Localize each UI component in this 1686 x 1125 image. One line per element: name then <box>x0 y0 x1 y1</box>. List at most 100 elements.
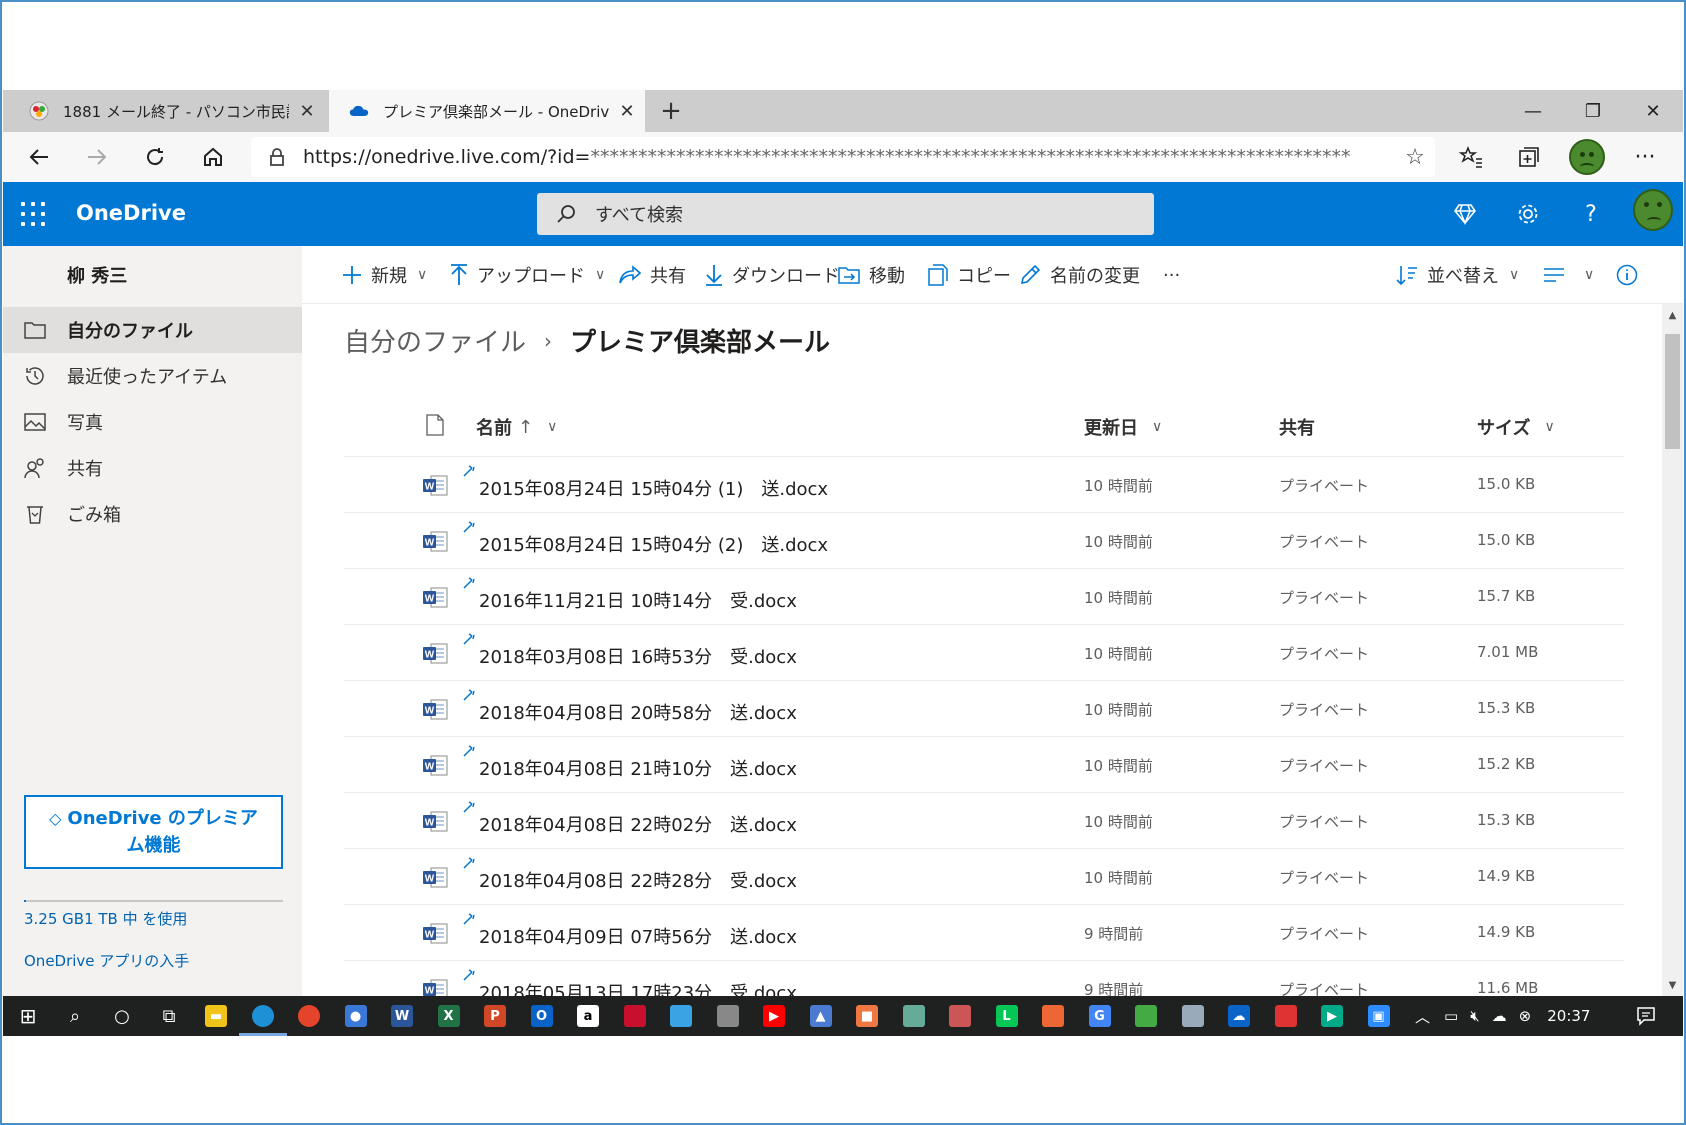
tray-overflow-icon[interactable]: ︿ <box>1415 1006 1430 1027</box>
account-avatar[interactable] <box>1633 189 1673 231</box>
scrollbar-thumb[interactable] <box>1665 334 1680 449</box>
tab-close-icon[interactable]: ✕ <box>289 101 325 122</box>
amazon-icon[interactable]: a <box>573 1001 603 1031</box>
table-row[interactable]: W 2018年04月08日 21時10分 送.docx 10 時間前 プライベート 15… <box>344 737 1624 793</box>
home-button[interactable] <box>193 138 233 176</box>
table-row[interactable]: W 2018年04月08日 20時58分 送.docx 10 時間前 プライベート 15… <box>344 681 1624 737</box>
table-row[interactable]: W 2016年11月21日 10時14分 受.docx 10 時間前 プライベート 15… <box>344 569 1624 625</box>
file-name[interactable]: 2018年04月08日 21時10分 送.docx <box>479 755 797 781</box>
favorite-star-icon[interactable]: ☆ <box>1395 145 1435 170</box>
sidebar-item-recycle-bin[interactable]: ごみ箱 <box>3 491 302 537</box>
app-icon[interactable] <box>1178 1001 1208 1031</box>
back-button[interactable] <box>19 138 59 176</box>
app-icon[interactable] <box>945 1001 975 1031</box>
browser-tab-inactive[interactable]: 1881 メール終了 - パソコン市民講座 ✕ <box>9 90 325 132</box>
sidebar-item-photos[interactable]: 写真 <box>3 399 302 445</box>
tab-close-icon[interactable]: ✕ <box>609 101 645 122</box>
download-button[interactable]: ダウンロード <box>705 246 840 304</box>
outlook-icon[interactable]: O <box>527 1001 557 1031</box>
edge-icon[interactable] <box>248 1001 278 1031</box>
address-bar[interactable]: https://onedrive.live.com/?id=**********… <box>251 137 1435 177</box>
table-row[interactable]: W 2018年05月13日 17時23分 受.docx 9 時間前 プライベート 11.… <box>344 961 1624 996</box>
favorites-icon[interactable] <box>1450 138 1492 176</box>
restore-button[interactable]: ❐ <box>1563 90 1623 132</box>
new-button[interactable]: 新規 ∨ <box>342 246 427 304</box>
sidebar-item-my-files[interactable]: 自分のファイル <box>3 307 302 353</box>
table-row[interactable]: W 2018年04月08日 22時28分 受.docx 10 時間前 プライベート 14… <box>344 849 1624 905</box>
view-options-button[interactable]: ∨ <box>1543 246 1594 304</box>
app-icon[interactable] <box>666 1001 696 1031</box>
google-icon[interactable]: G <box>1085 1001 1115 1031</box>
app-icon[interactable] <box>620 1001 650 1031</box>
file-name[interactable]: 2015年08月24日 15時04分 (2) 送.docx <box>479 531 828 557</box>
file-name[interactable]: 2018年03月08日 16時53分 受.docx <box>479 643 797 669</box>
settings-gear-icon[interactable] <box>1508 196 1548 232</box>
storage-quota-text[interactable]: 3.25 GB1 TB 中 を使用 <box>24 908 187 929</box>
sort-button[interactable]: 並べ替え ∨ <box>1396 246 1519 304</box>
file-name[interactable]: 2018年04月08日 22時28分 受.docx <box>479 867 797 893</box>
share-button[interactable]: 共有 <box>619 246 686 304</box>
chrome-icon[interactable] <box>294 1001 324 1031</box>
info-button[interactable] <box>1616 246 1647 304</box>
photos-icon[interactable]: ▲ <box>806 1001 836 1031</box>
onedrive-tray-icon[interactable]: ☁ <box>1492 1007 1507 1025</box>
notification-center-icon[interactable] <box>1636 996 1656 1036</box>
file-name[interactable]: 2016年11月21日 10時14分 受.docx <box>479 587 797 613</box>
table-row[interactable]: W 2015年08月24日 15時04分 (1) 送.docx 10 時間前 プライベ… <box>344 457 1624 513</box>
paint-icon[interactable]: ■ <box>852 1001 882 1031</box>
breadcrumb-parent[interactable]: 自分のファイル <box>344 322 526 359</box>
file-name[interactable]: 2018年04月08日 20時58分 送.docx <box>479 699 797 725</box>
close-window-button[interactable]: ✕ <box>1623 90 1683 132</box>
premium-features-button[interactable]: ◇ OneDrive のプレミア ム機能 <box>24 795 283 869</box>
scroll-up-arrow-icon[interactable]: ▲ <box>1662 310 1683 321</box>
minimize-button[interactable]: — <box>1503 90 1563 132</box>
app-icon[interactable] <box>1131 1001 1161 1031</box>
cortana-icon[interactable]: ○ <box>107 1001 137 1031</box>
file-name[interactable]: 2015年08月24日 15時04分 (1) 送.docx <box>479 475 828 501</box>
sidebar-item-shared[interactable]: 共有 <box>3 445 302 491</box>
excel-icon[interactable]: X <box>434 1001 464 1031</box>
file-name[interactable]: 2018年04月08日 22時02分 送.docx <box>479 811 797 837</box>
copy-button[interactable]: コピー <box>928 246 1011 304</box>
get-app-link[interactable]: OneDrive アプリの入手 <box>24 950 189 971</box>
premium-diamond-icon[interactable] <box>1445 196 1485 232</box>
sharing-column-header[interactable]: 共有 <box>1279 414 1315 440</box>
line-icon[interactable]: L <box>992 1001 1022 1031</box>
app-icon[interactable] <box>899 1001 929 1031</box>
file-name[interactable]: 2018年04月09日 07時56分 送.docx <box>479 923 797 949</box>
clock[interactable]: 20:37 <box>1547 1007 1590 1025</box>
modified-column-header[interactable]: 更新日 ∨ <box>1084 414 1162 440</box>
onedrive-icon[interactable]: ☁ <box>1224 1001 1254 1031</box>
upload-button[interactable]: アップロード ∨ <box>450 246 605 304</box>
table-row[interactable]: W 2018年03月08日 16時53分 受.docx 10 時間前 プライベート 7.… <box>344 625 1624 681</box>
scroll-down-arrow-icon[interactable]: ▼ <box>1662 980 1683 991</box>
zoom-icon[interactable]: ▣ <box>1364 1001 1394 1031</box>
start-icon[interactable]: ⊞ <box>13 1001 43 1031</box>
powerpoint-icon[interactable]: P <box>480 1001 510 1031</box>
size-column-header[interactable]: サイズ ∨ <box>1477 414 1555 440</box>
app-icon[interactable] <box>1038 1001 1068 1031</box>
sidebar-item-recent[interactable]: 最近使ったアイテム <box>3 353 302 399</box>
table-row[interactable]: W 2015年08月24日 15時04分 (2) 送.docx 10 時間前 プライベ… <box>344 513 1624 569</box>
error-icon[interactable]: ⊗ <box>1519 1007 1532 1025</box>
collections-icon[interactable] <box>1508 138 1550 176</box>
rename-button[interactable]: 名前の変更 <box>1019 246 1140 304</box>
play-store-icon[interactable]: ▶ <box>1317 1001 1347 1031</box>
task-view-icon[interactable]: ⧉ <box>154 1001 184 1031</box>
search-input[interactable]: すべて検索 <box>537 193 1154 235</box>
people-icon[interactable]: ● <box>341 1001 371 1031</box>
file-type-column-header[interactable] <box>426 414 444 436</box>
table-row[interactable]: W 2018年04月09日 07時56分 送.docx 9 時間前 プライベート 14.… <box>344 905 1624 961</box>
pdf-icon[interactable] <box>1271 1001 1301 1031</box>
forward-button[interactable] <box>77 138 117 176</box>
browser-tab-active[interactable]: プレミア倶楽部メール - OneDrive ✕ <box>329 90 645 132</box>
word-icon[interactable]: W <box>387 1001 417 1031</box>
name-column-header[interactable]: 名前 ↑ ∨ <box>476 414 557 440</box>
refresh-button[interactable] <box>135 138 175 176</box>
profile-avatar[interactable] <box>1566 138 1608 176</box>
volume-muted-icon[interactable]: 🔇︎ <box>1470 1007 1479 1025</box>
more-commands-button[interactable]: ··· <box>1163 246 1180 304</box>
file-explorer-icon[interactable]: ▬ <box>201 1001 231 1031</box>
app-launcher-icon[interactable] <box>21 202 45 226</box>
youtube-icon[interactable]: ▶ <box>759 1001 789 1031</box>
